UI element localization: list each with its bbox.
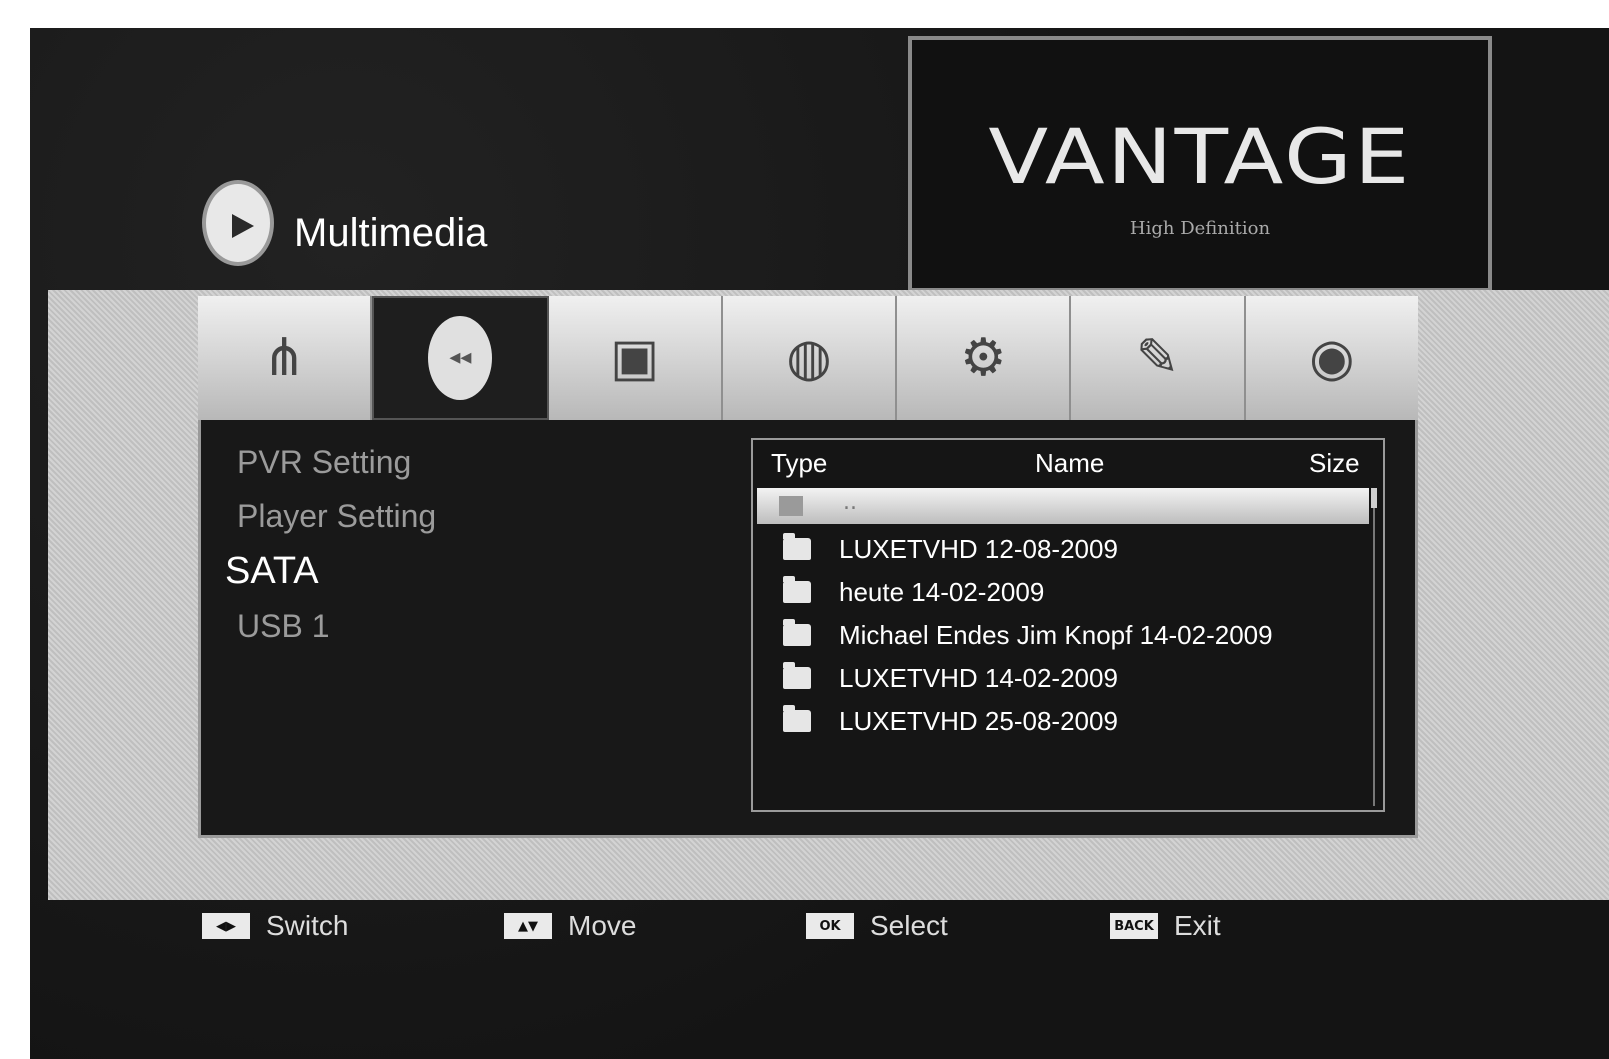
main-panel: PVR Setting Player Setting SATA USB 1 Ty… xyxy=(198,420,1418,838)
folder-icon xyxy=(783,705,811,732)
page-title: Multimedia xyxy=(294,211,488,255)
list-item[interactable]: Michael Endes Jim Knopf 14-02-2009 xyxy=(783,618,1273,652)
folder-icon xyxy=(783,533,811,560)
menu-item-usb1[interactable]: USB 1 xyxy=(237,608,329,645)
file-name: Michael Endes Jim Knopf 14-02-2009 xyxy=(839,619,1273,650)
folder-icon xyxy=(783,576,811,603)
list-item[interactable]: heute 14-02-2009 xyxy=(783,575,1044,609)
remote-key-up-down: ▲▼ xyxy=(504,913,552,939)
tab-globe[interactable]: ◍ xyxy=(722,296,898,420)
antenna-icon: ⋔ xyxy=(262,328,306,388)
footer-select[interactable]: OK Select xyxy=(806,910,948,942)
tab-printer[interactable]: ▣ xyxy=(548,296,723,420)
footer-move[interactable]: ▲▼ Move xyxy=(504,910,636,942)
globe-icon: ◍ xyxy=(786,328,832,388)
tv-screen: Multimedia VANTAGE High Definition ⋔ ◂◂ … xyxy=(30,28,1609,1059)
parent-directory-row[interactable]: .. xyxy=(757,488,1369,524)
gears-icon: ⚙ xyxy=(959,328,1007,388)
list-item[interactable]: LUXETVHD 25-08-2009 xyxy=(783,704,1118,738)
remote-key-back: BACK xyxy=(1110,913,1158,939)
logo-panel: VANTAGE High Definition xyxy=(908,36,1492,292)
footer-exit[interactable]: BACK Exit xyxy=(1110,910,1221,942)
tab-media[interactable]: ◂◂ xyxy=(372,296,549,420)
footer-label-switch: Switch xyxy=(266,910,349,941)
tab-antenna[interactable]: ⋔ xyxy=(198,296,373,420)
tab-camera[interactable]: ◉ xyxy=(1245,296,1418,420)
folder-icon xyxy=(783,619,811,646)
footer-switch[interactable]: ◀▶ Switch xyxy=(202,910,348,942)
tools-icon: ✎ xyxy=(1135,328,1180,388)
multimedia-icon xyxy=(202,180,274,266)
column-header-name: Name xyxy=(1035,448,1105,478)
folder-icon xyxy=(783,662,811,689)
remote-key-ok: OK xyxy=(806,913,854,939)
scrollbar[interactable] xyxy=(1373,488,1375,806)
camera-icon: ◉ xyxy=(1309,328,1355,388)
tab-gears[interactable]: ⚙ xyxy=(897,296,1072,420)
parent-directory-label: .. xyxy=(843,490,857,515)
printer-icon: ▣ xyxy=(610,328,660,388)
file-name: heute 14-02-2009 xyxy=(839,576,1045,607)
scrollbar-thumb[interactable] xyxy=(1371,488,1377,508)
footer-label-exit: Exit xyxy=(1174,910,1221,941)
brand-logo: VANTAGE xyxy=(988,112,1412,201)
tab-tools[interactable]: ✎ xyxy=(1071,296,1246,420)
file-list: Type Name Size .. LUXETVHD 12-08-2009 he… xyxy=(751,438,1385,812)
list-item[interactable]: LUXETVHD 12-08-2009 xyxy=(783,532,1118,566)
footer-label-move: Move xyxy=(568,910,637,941)
brand-tagline: High Definition xyxy=(1129,218,1271,239)
list-item[interactable]: LUXETVHD 14-02-2009 xyxy=(783,661,1118,695)
folder-icon xyxy=(779,496,803,516)
file-name: LUXETVHD 12-08-2009 xyxy=(839,533,1118,564)
file-name: LUXETVHD 25-08-2009 xyxy=(839,705,1118,736)
menu-item-sata[interactable]: SATA xyxy=(225,550,319,593)
footer-label-select: Select xyxy=(870,910,948,941)
file-name: LUXETVHD 14-02-2009 xyxy=(839,662,1118,693)
menu-item-player-setting[interactable]: Player Setting xyxy=(237,498,436,535)
menu-item-pvr-setting[interactable]: PVR Setting xyxy=(237,444,411,481)
category-tabs: ⋔ ◂◂ ▣ ◍ ⚙ ✎ ◉ xyxy=(198,296,1418,420)
column-header-size: Size xyxy=(1309,448,1360,478)
remote-key-left-right: ◀▶ xyxy=(202,913,250,939)
media-icon: ◂◂ xyxy=(428,316,493,400)
column-header-type: Type xyxy=(771,448,828,478)
